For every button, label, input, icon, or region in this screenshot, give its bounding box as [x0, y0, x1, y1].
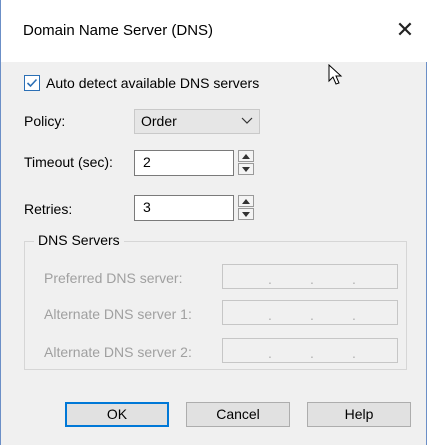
timeout-value: 2: [143, 154, 151, 170]
retries-down-button[interactable]: [238, 208, 254, 220]
timeout-label: Timeout (sec):: [24, 154, 113, 170]
title-bar: Domain Name Server (DNS) ✕: [1, 0, 427, 62]
ip-dot: .: [310, 271, 314, 287]
mouse-cursor-icon: [328, 64, 343, 85]
ip-dot: .: [352, 345, 356, 361]
help-button[interactable]: Help: [307, 402, 411, 427]
ip-dot: .: [310, 345, 314, 361]
arrow-down-icon: [242, 167, 250, 172]
arrow-up-icon: [242, 199, 250, 204]
arrow-down-icon: [242, 212, 250, 217]
preferred-dns-label: Preferred DNS server:: [44, 270, 183, 286]
close-icon[interactable]: ✕: [393, 18, 417, 42]
policy-label: Policy:: [24, 113, 66, 129]
auto-detect-label[interactable]: Auto detect available DNS servers: [46, 75, 259, 91]
policy-value: Order: [141, 113, 177, 129]
ip-dot: .: [268, 271, 272, 287]
alternate-dns-2-label: Alternate DNS server 2:: [44, 344, 192, 360]
ok-button[interactable]: OK: [65, 402, 169, 427]
chevron-down-icon: [241, 117, 253, 124]
timeout-up-button[interactable]: [238, 150, 254, 162]
ip-dot: .: [352, 271, 356, 287]
alternate-dns-1-label: Alternate DNS server 1:: [44, 306, 192, 322]
checkmark-icon: [26, 78, 38, 88]
retries-spinner[interactable]: [238, 195, 254, 221]
alternate-dns-2-input[interactable]: . . .: [222, 338, 398, 363]
retries-up-button[interactable]: [238, 195, 254, 207]
ip-dot: .: [310, 307, 314, 323]
auto-detect-checkbox[interactable]: [24, 75, 40, 91]
ip-dot: .: [268, 307, 272, 323]
retries-input[interactable]: 3: [134, 195, 234, 221]
retries-value: 3: [143, 199, 151, 215]
retries-label: Retries:: [24, 201, 73, 217]
dns-servers-group-title: DNS Servers: [34, 232, 124, 248]
arrow-up-icon: [242, 154, 250, 159]
cancel-button[interactable]: Cancel: [186, 402, 290, 427]
preferred-dns-input[interactable]: . . .: [222, 264, 398, 289]
dialog-title: Domain Name Server (DNS): [23, 22, 214, 39]
policy-select[interactable]: Order: [134, 109, 260, 134]
timeout-spinner[interactable]: [238, 150, 254, 176]
timeout-input[interactable]: 2: [134, 150, 234, 176]
timeout-down-button[interactable]: [238, 163, 254, 175]
alternate-dns-1-input[interactable]: . . .: [222, 300, 398, 325]
ip-dot: .: [352, 307, 356, 323]
ip-dot: .: [268, 345, 272, 361]
dns-dialog: Domain Name Server (DNS) ✕ Auto detect a…: [0, 0, 427, 445]
